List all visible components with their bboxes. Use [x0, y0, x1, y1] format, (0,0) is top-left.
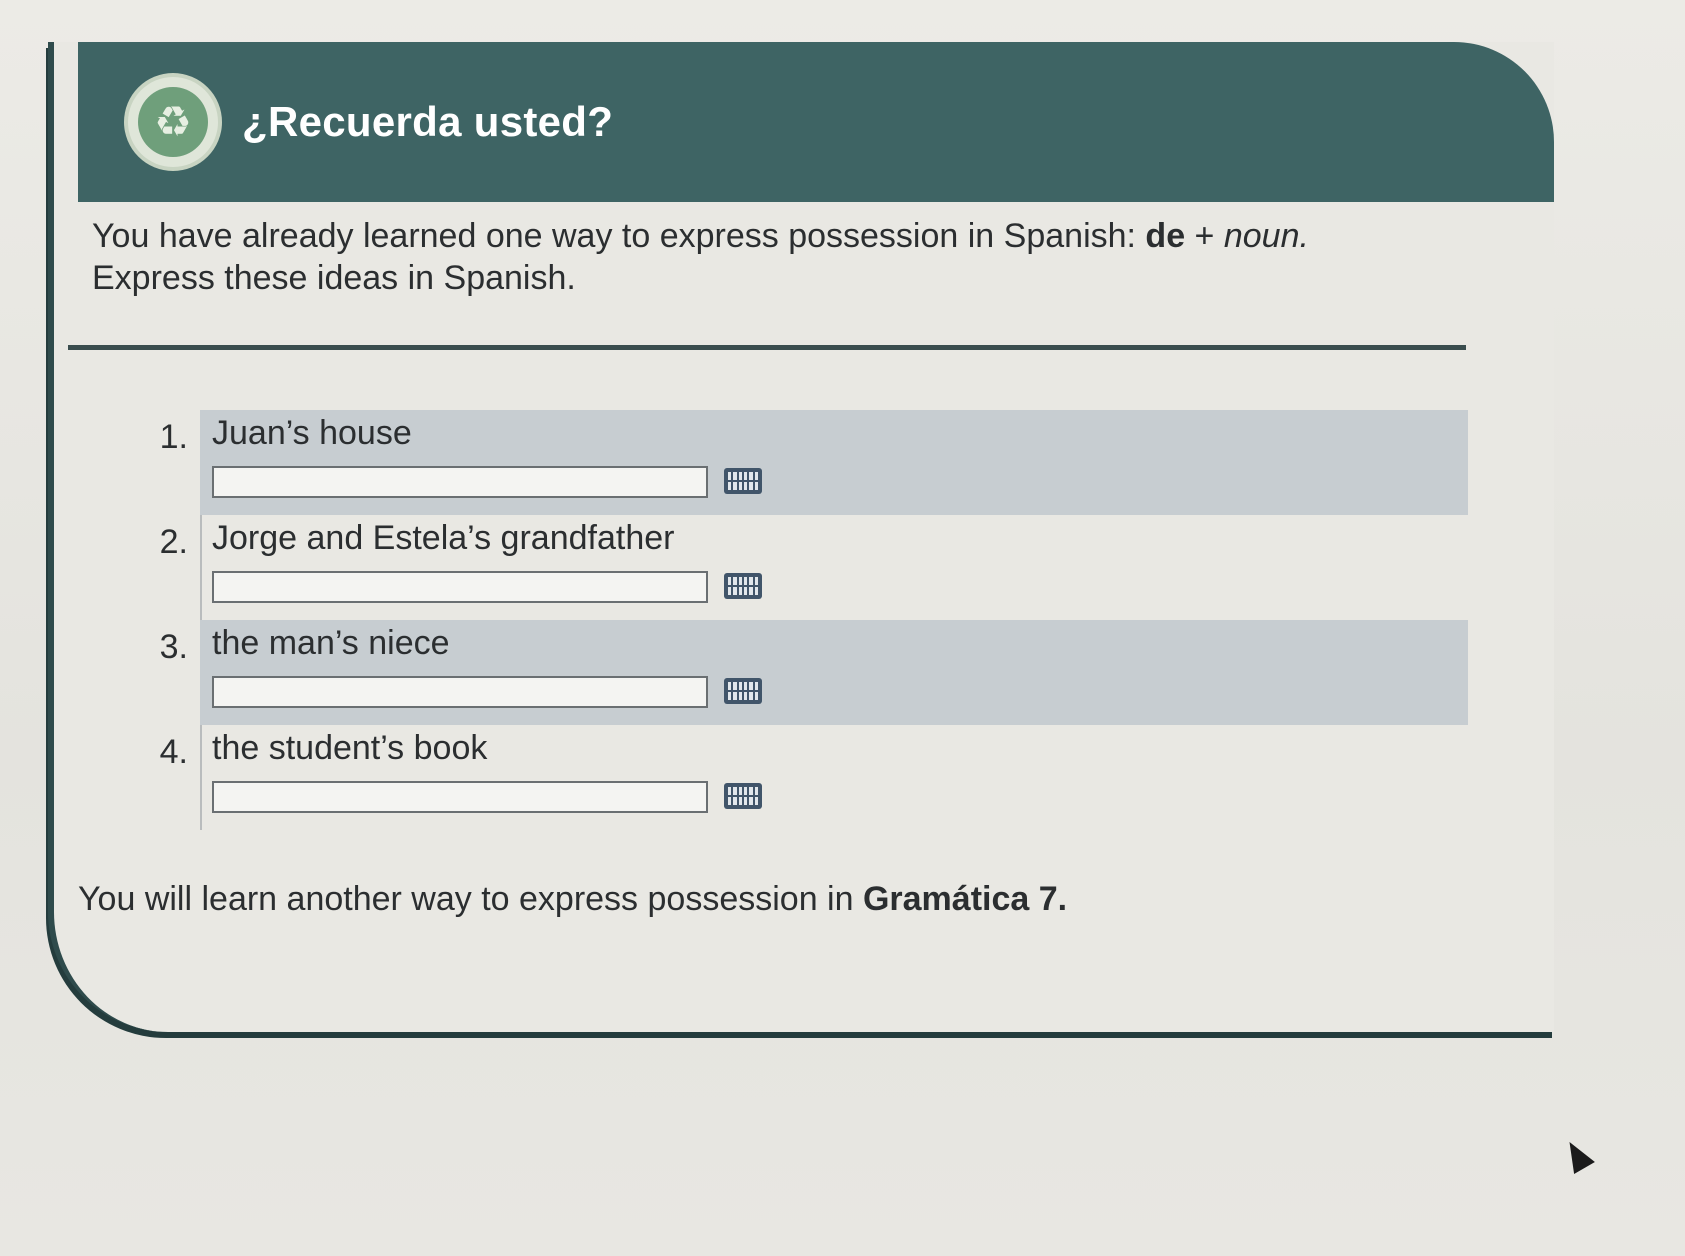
mouse-cursor-icon [1559, 1136, 1595, 1174]
instructions-italic: noun. [1223, 217, 1309, 255]
answer-input-4[interactable] [212, 781, 708, 813]
keyboard-icon[interactable] [724, 468, 762, 494]
question-body: the man’s niece [200, 620, 1468, 725]
keyboard-icon[interactable] [724, 573, 762, 599]
answer-input-1[interactable] [212, 466, 708, 498]
question-prompt: Juan’s house [212, 414, 412, 452]
question-body: the student’s book [200, 725, 1468, 830]
question-number: 4. [159, 733, 188, 771]
keyboard-icon[interactable] [724, 678, 762, 704]
keyboard-icon[interactable] [724, 783, 762, 809]
instructions-plus: + [1185, 217, 1224, 255]
activity-title: ¿Recuerda usted? [242, 98, 614, 145]
question-body: Juan’s house [200, 410, 1468, 515]
instructions-text: You have already learned one way to expr… [92, 217, 1146, 255]
question-number: 2. [159, 523, 188, 561]
question-3: 3. the man’s niece [88, 620, 1468, 725]
activity-badge: ♻ [128, 77, 218, 167]
question-1: 1. Juan’s house [88, 410, 1468, 515]
activity-header: ♻ ¿Recuerda usted? [78, 42, 1554, 202]
question-body: Jorge and Estela’s grandfather [200, 515, 1468, 620]
question-number: 3. [159, 628, 188, 666]
instructions-line2: Express these ideas in Spanish. [92, 259, 576, 297]
instructions: You have already learned one way to expr… [92, 215, 1472, 299]
question-prompt: Jorge and Estela’s grandfather [212, 519, 675, 557]
answer-input-2[interactable] [212, 571, 708, 603]
closing-note: You will learn another way to express po… [78, 880, 1458, 919]
question-4: 4. the student’s book [88, 725, 1468, 830]
recycle-icon: ♻ [138, 87, 208, 157]
section-divider [68, 345, 1466, 350]
instructions-bold: de [1145, 217, 1186, 255]
question-2: 2. Jorge and Estela’s grandfather [88, 515, 1468, 620]
question-prompt: the student’s book [212, 729, 488, 767]
closing-note-bold: Gramática 7. [862, 880, 1068, 918]
closing-note-text: You will learn another way to express po… [78, 880, 863, 918]
answer-input-3[interactable] [212, 676, 708, 708]
question-prompt: the man’s niece [212, 624, 450, 662]
question-number: 1. [159, 418, 188, 456]
